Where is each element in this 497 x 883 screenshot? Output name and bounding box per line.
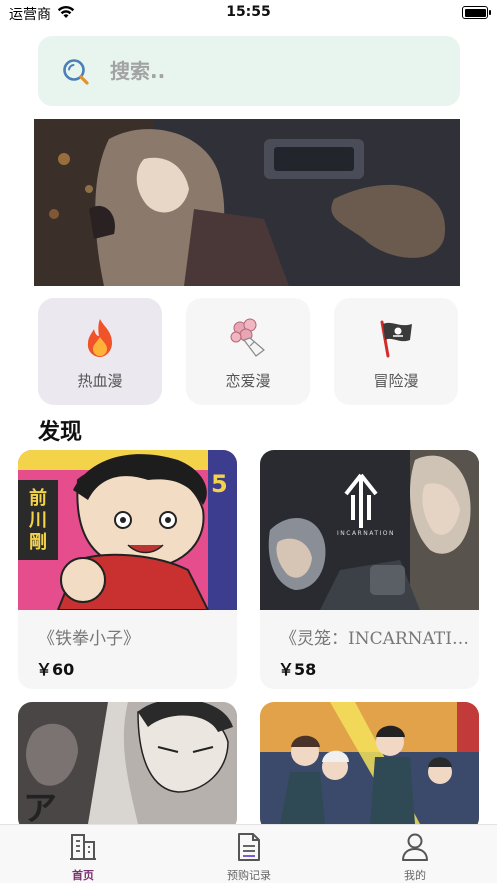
- search-icon: [63, 59, 89, 85]
- comic-title: 《灵笼：INCARNATION》: [280, 629, 470, 649]
- category-label: 冒险漫: [373, 372, 419, 390]
- cover-text: 前川 剛: [29, 488, 47, 553]
- svg-text:5: 5: [211, 470, 228, 498]
- comic-cover: ア: [18, 702, 237, 824]
- user-icon: [402, 833, 428, 861]
- category-label: 热血漫: [77, 372, 123, 390]
- category-adventure[interactable]: 冒险漫: [334, 298, 458, 405]
- category-label: 恋爱漫: [225, 372, 271, 390]
- banner-image[interactable]: [34, 119, 460, 286]
- category-romance[interactable]: 恋爱漫: [186, 298, 310, 405]
- section-title: 发现: [38, 420, 83, 445]
- tab-orders[interactable]: 预购记录: [166, 825, 332, 883]
- search-input[interactable]: [110, 56, 430, 86]
- tab-bar: 首页 预购记录 我的: [0, 824, 497, 883]
- tab-label: 预购记录: [227, 869, 271, 882]
- cover-text: INCARNATION: [337, 530, 395, 537]
- comic-price: ￥60: [36, 660, 75, 679]
- building-icon: [70, 834, 96, 860]
- comic-card[interactable]: [260, 702, 479, 832]
- battery-icon: [462, 6, 491, 19]
- clock: 15:55: [226, 4, 271, 20]
- search-bar[interactable]: [38, 36, 460, 106]
- tab-profile[interactable]: 我的: [332, 825, 497, 883]
- tab-label: 首页: [72, 869, 94, 882]
- comic-price: ￥58: [278, 660, 317, 679]
- comic-cover: [260, 702, 479, 824]
- bouquet-icon: [230, 318, 265, 357]
- flame-icon: [87, 319, 112, 357]
- comic-card[interactable]: ア: [18, 702, 237, 832]
- svg-text:ア: ア: [23, 789, 57, 824]
- tab-label: 我的: [404, 869, 426, 882]
- document-icon: [238, 833, 260, 861]
- status-bar: 运营商 15:55: [0, 0, 497, 26]
- category-action[interactable]: 热血漫: [38, 298, 162, 405]
- comic-card[interactable]: 5 前川 剛 《铁拳小子》 ￥60: [18, 450, 237, 689]
- pirate-flag-icon: [380, 320, 412, 358]
- comic-title: 《铁拳小子》: [38, 629, 140, 649]
- comic-cover: INCARNATION: [260, 450, 479, 610]
- comic-card[interactable]: INCARNATION 《灵笼：INCARNATION》 ￥58: [260, 450, 479, 689]
- tab-home[interactable]: 首页: [0, 825, 166, 883]
- comic-cover: 5 前川 剛: [18, 450, 237, 610]
